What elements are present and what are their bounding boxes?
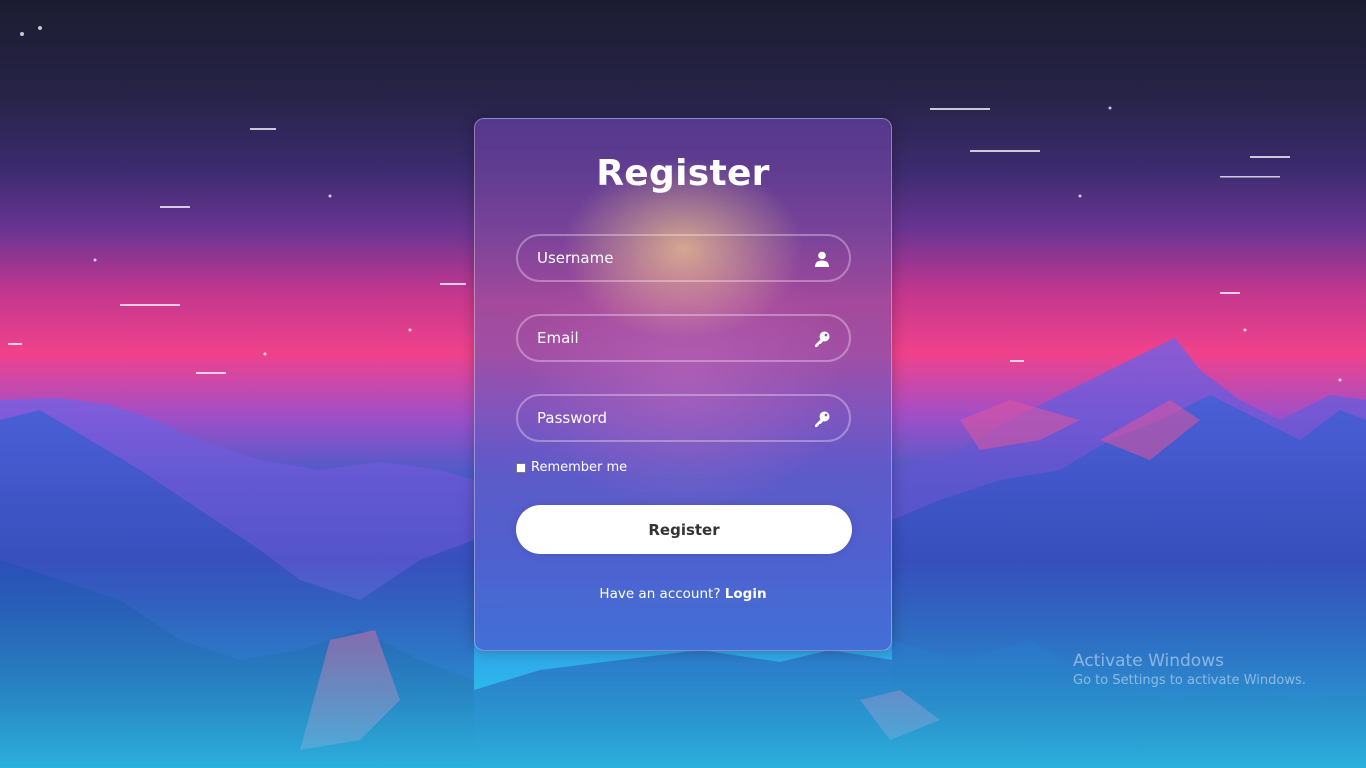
password-input[interactable] (518, 396, 849, 440)
login-link[interactable]: Login (725, 586, 767, 602)
username-field[interactable] (516, 234, 851, 282)
user-icon (815, 251, 829, 267)
register-button[interactable]: Register (516, 505, 852, 554)
email-field[interactable] (516, 314, 851, 362)
register-card: Register Remember me Register Have an ac… (474, 118, 892, 651)
watermark-title: Activate Windows (1073, 651, 1224, 671)
email-input[interactable] (518, 316, 849, 360)
account-text: Have an account? (599, 586, 721, 602)
watermark-subtitle: Go to Settings to activate Windows. (1073, 673, 1306, 688)
activate-windows-watermark: Activate Windows Go to Settings to activ… (1073, 651, 1306, 688)
username-input[interactable] (518, 236, 849, 280)
remember-me[interactable]: Remember me (516, 460, 627, 475)
key-icon (815, 411, 830, 427)
account-prompt: Have an account? Login (475, 586, 891, 602)
remember-checkbox[interactable] (516, 462, 526, 473)
remember-label: Remember me (531, 460, 628, 475)
password-field[interactable] (516, 394, 851, 442)
key-icon (815, 331, 830, 347)
form-title: Register (596, 153, 770, 194)
